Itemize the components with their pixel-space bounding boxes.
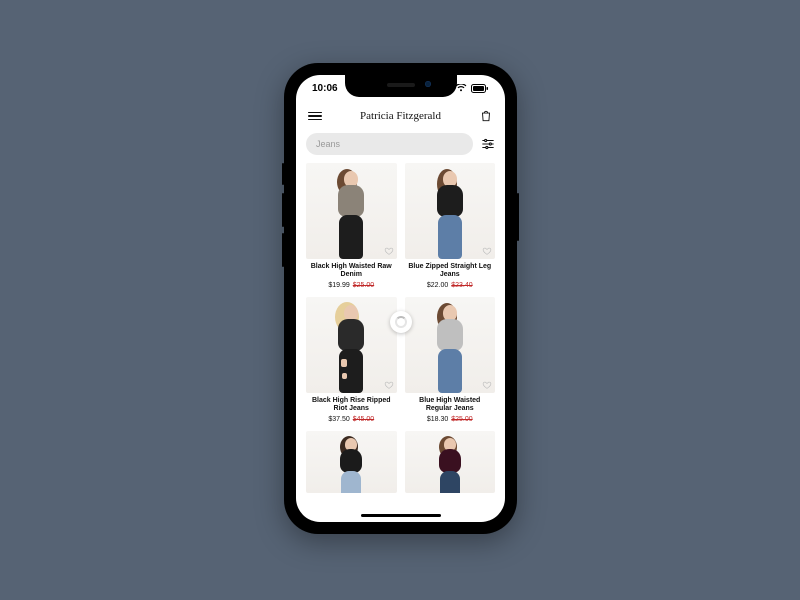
app-header: Patricia Fitzgerald: [296, 103, 505, 129]
search-value: Jeans: [316, 139, 340, 149]
brand-title: Patricia Fitzgerald: [360, 110, 441, 122]
search-input[interactable]: Jeans: [306, 133, 473, 155]
shopping-bag-button[interactable]: [479, 109, 493, 123]
phone-screen: 10:06 Patricia Fitzgerald Jeans: [296, 75, 505, 522]
phone-frame: 10:06 Patricia Fitzgerald Jeans: [284, 63, 517, 534]
product-card[interactable]: Black High Rise Ripped Riot Jeans $37.50…: [306, 297, 397, 425]
product-price: $37.50$45.00: [308, 416, 395, 423]
product-card[interactable]: Blue Zipped Straight Leg Jeans $22.00$23…: [405, 163, 496, 291]
wifi-icon: [455, 84, 467, 92]
product-caption: Blue High Waisted Regular Jeans $18.30$2…: [405, 393, 496, 425]
front-camera: [425, 81, 431, 87]
product-image: [306, 297, 397, 393]
sliders-icon: [481, 137, 495, 151]
side-button: [517, 193, 519, 241]
product-image: [405, 163, 496, 259]
side-button: [282, 233, 284, 267]
search-row: Jeans: [306, 133, 495, 155]
product-card[interactable]: Black High Waisted Raw Denim $19.99$25.0…: [306, 163, 397, 291]
menu-button[interactable]: [308, 112, 322, 121]
product-image: [405, 431, 496, 493]
product-caption: Blue Zipped Straight Leg Jeans $22.00$23…: [405, 259, 496, 291]
grid-row: Black High Waisted Raw Denim $19.99$25.0…: [306, 163, 495, 291]
favorite-button[interactable]: [384, 246, 394, 256]
product-grid[interactable]: Black High Waisted Raw Denim $19.99$25.0…: [306, 163, 495, 514]
product-card[interactable]: [405, 431, 496, 493]
favorite-button[interactable]: [482, 246, 492, 256]
favorite-button[interactable]: [482, 380, 492, 390]
product-image: [306, 431, 397, 493]
product-title: Black High Rise Ripped Riot Jeans: [308, 397, 395, 414]
grid-row: [306, 431, 495, 493]
status-time: 10:06: [312, 83, 338, 94]
product-caption: Black High Rise Ripped Riot Jeans $37.50…: [306, 393, 397, 425]
filter-button[interactable]: [481, 137, 495, 151]
product-price: $18.30$25.00: [407, 416, 494, 423]
product-title: Black High Waisted Raw Denim: [308, 263, 395, 280]
product-title: Blue High Waisted Regular Jeans: [407, 397, 494, 414]
speaker: [387, 83, 415, 87]
product-card[interactable]: Blue High Waisted Regular Jeans $18.30$2…: [405, 297, 496, 425]
product-title: Blue Zipped Straight Leg Jeans: [407, 263, 494, 280]
product-image: [405, 297, 496, 393]
product-caption: Black High Waisted Raw Denim $19.99$25.0…: [306, 259, 397, 291]
product-image: [306, 163, 397, 259]
product-card[interactable]: [306, 431, 397, 493]
side-button: [282, 163, 284, 185]
loading-spinner: [390, 311, 412, 333]
notch: [345, 75, 457, 97]
home-indicator[interactable]: [361, 514, 441, 517]
side-button: [282, 193, 284, 227]
battery-icon: [471, 84, 489, 93]
product-price: $22.00$23.40: [407, 282, 494, 289]
favorite-button[interactable]: [384, 380, 394, 390]
product-price: $19.99$25.00: [308, 282, 395, 289]
